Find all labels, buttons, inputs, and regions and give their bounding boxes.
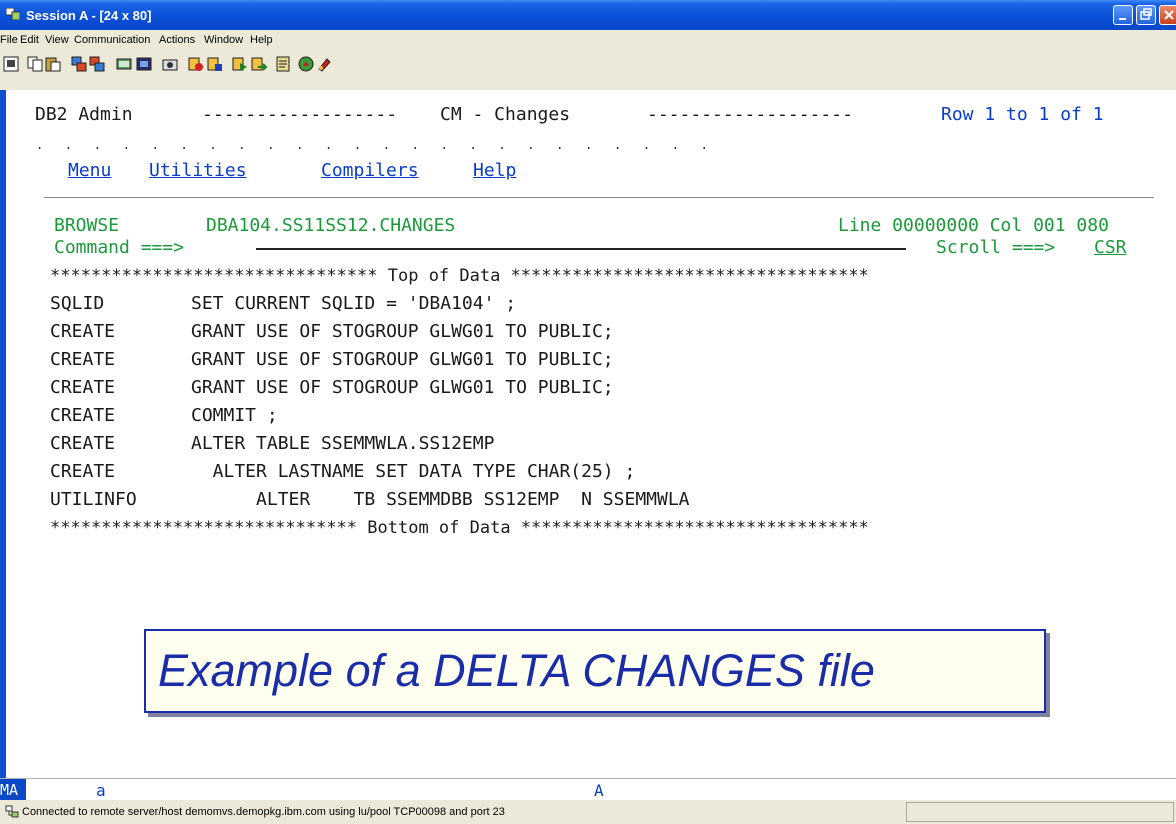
- close-icon: [1164, 10, 1174, 20]
- menu-view[interactable]: View: [45, 34, 69, 46]
- status-bar: Connected to remote server/host demomvs.…: [0, 800, 1176, 824]
- toolbar: [0, 50, 1176, 91]
- record-macro-icon[interactable]: [188, 56, 204, 72]
- options-icon[interactable]: [316, 56, 332, 72]
- receive-icon[interactable]: [89, 56, 105, 72]
- help-icon[interactable]: [298, 56, 314, 72]
- keyboard-icon[interactable]: [116, 56, 132, 72]
- status-text: Connected to remote server/host demomvs.…: [22, 806, 505, 818]
- menu-bar: File Edit View Communication Actions Win…: [0, 30, 1176, 50]
- top-of-data: ******************************** Top of …: [50, 266, 869, 286]
- status-connection-icon: [5, 805, 19, 818]
- panel-title: DB2 Admin: [35, 104, 133, 125]
- row-type: CREATE: [50, 405, 116, 426]
- oia-field: A: [594, 781, 604, 800]
- close-button[interactable]: [1159, 5, 1176, 25]
- header-dashes-right: -------------------: [647, 104, 853, 125]
- command-label: Command ===>: [54, 237, 185, 258]
- row-text: SET CURRENT SQLID = 'DBA104' ;: [191, 293, 517, 314]
- row-type: CREATE: [50, 321, 116, 342]
- app-icon: [6, 8, 20, 20]
- action-compilers[interactable]: Compilers: [321, 160, 419, 182]
- action-utilities[interactable]: Utilities: [149, 160, 247, 182]
- copy-icon[interactable]: [27, 56, 43, 72]
- scroll-label: Scroll ===>: [936, 237, 1056, 258]
- row-type: UTILINFO: [50, 489, 137, 510]
- row-indicator: Row 1 to 1 of 1: [941, 104, 1104, 125]
- panel-name: CM - Changes: [440, 104, 571, 125]
- dataset-name: DBA104.SS11SS12.CHANGES: [206, 215, 456, 236]
- oia-mode: a: [96, 781, 106, 800]
- row-text: GRANT USE OF STOGROUP GLWG01 TO PUBLIC;: [191, 349, 614, 370]
- minimize-button[interactable]: [1113, 5, 1133, 25]
- oia-indicator: MA: [0, 779, 26, 801]
- bottom-of-data: ****************************** Bottom of…: [50, 518, 869, 538]
- menu-window[interactable]: Window: [204, 34, 243, 46]
- row-text: ALTER LASTNAME SET DATA TYPE CHAR(25) ;: [191, 461, 636, 482]
- send-icon[interactable]: [71, 56, 87, 72]
- paste-icon[interactable]: [45, 56, 61, 72]
- menu-communication[interactable]: Communication: [74, 34, 150, 46]
- maximize-icon: [1140, 8, 1152, 20]
- row-type: CREATE: [50, 461, 116, 482]
- minimize-icon: [1119, 18, 1126, 20]
- title-bar: Session A - [24 x 80]: [0, 0, 1176, 30]
- macro-icon[interactable]: [162, 56, 178, 72]
- callout-caption: Example of a DELTA CHANGES file: [144, 629, 1046, 713]
- action-help[interactable]: Help: [473, 160, 516, 182]
- row-type: CREATE: [50, 349, 116, 370]
- row-text: ALTER TB SSEMMDBB SS12EMP N SSEMMWLA: [191, 489, 690, 510]
- print-icon[interactable]: [275, 56, 291, 72]
- command-input[interactable]: [256, 248, 906, 250]
- display-icon[interactable]: [3, 56, 19, 72]
- action-menu[interactable]: Menu: [68, 160, 111, 182]
- menu-edit[interactable]: Edit: [20, 34, 39, 46]
- scroll-value[interactable]: CSR: [1094, 237, 1127, 259]
- operator-info-area: MA a A: [0, 778, 1176, 801]
- transfer-icon[interactable]: [251, 56, 267, 72]
- play-macro-icon[interactable]: [232, 56, 248, 72]
- row-type: SQLID: [50, 293, 105, 314]
- header-dashes-left: ------------------: [202, 104, 398, 125]
- window-title: Session A - [24 x 80]: [26, 8, 152, 23]
- stop-macro-icon[interactable]: [207, 56, 223, 72]
- row-text: COMMIT ;: [191, 405, 278, 426]
- menu-help[interactable]: Help: [250, 34, 273, 46]
- row-text: GRANT USE OF STOGROUP GLWG01 TO PUBLIC;: [191, 377, 614, 398]
- action-bar-separator: [44, 197, 1154, 198]
- line-col-indicator: Line 00000000 Col 001 080: [838, 215, 1109, 236]
- row-type: CREATE: [50, 433, 116, 454]
- menu-actions[interactable]: Actions: [159, 34, 195, 46]
- browse-label: BROWSE: [54, 215, 120, 236]
- row-text: GRANT USE OF STOGROUP GLWG01 TO PUBLIC;: [191, 321, 614, 342]
- menu-file[interactable]: File: [0, 34, 18, 46]
- row-type: CREATE: [50, 377, 116, 398]
- row-text: ALTER TABLE SSEMMWLA.SS12EMP: [191, 433, 495, 454]
- status-panel: [906, 802, 1174, 822]
- maximize-button[interactable]: [1136, 5, 1156, 25]
- ruler-dots: . . . . . . . . . . . . . . . . . . . . …: [36, 138, 708, 152]
- color-icon[interactable]: [136, 56, 152, 72]
